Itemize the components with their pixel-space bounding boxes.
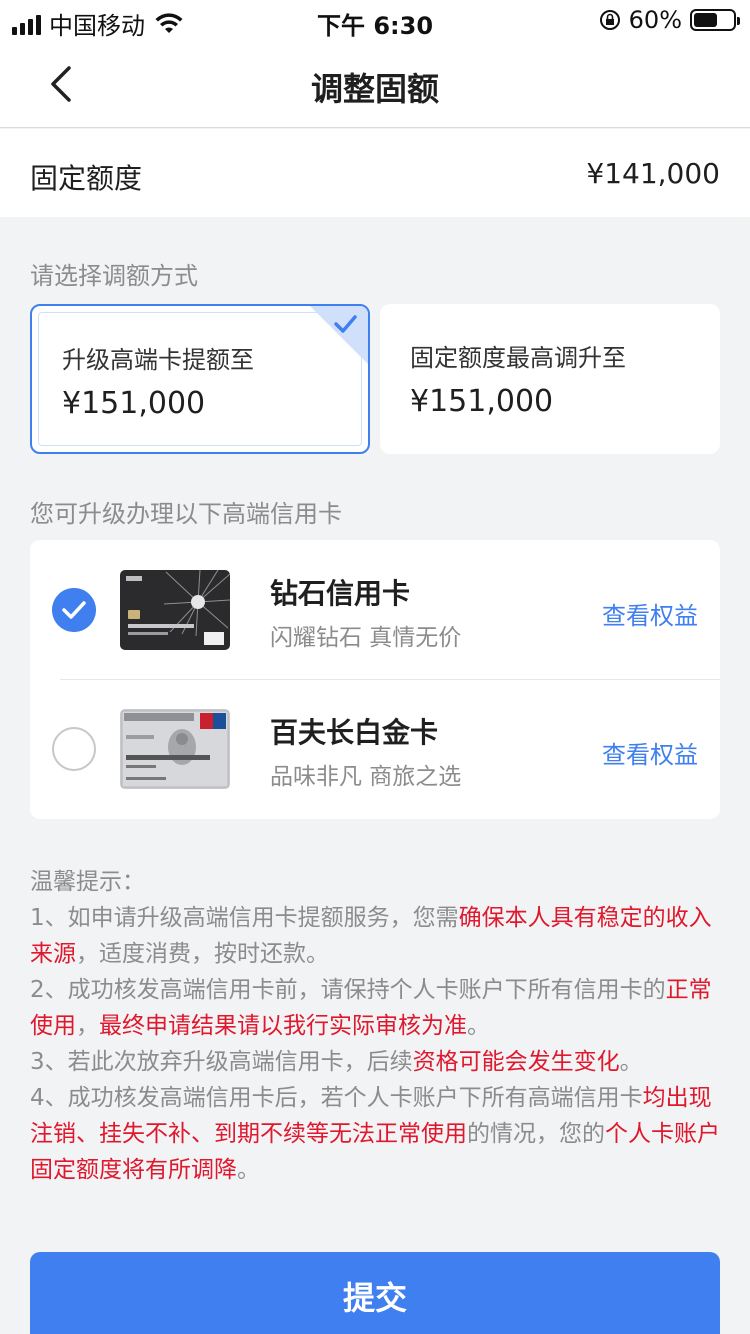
centurion-card-image <box>120 709 230 789</box>
selected-corner-badge <box>310 306 368 364</box>
fixed-quota-value: ¥141,000 <box>586 157 720 190</box>
card-slogan: 品味非凡 商旅之选 <box>270 764 462 790</box>
card-name: 钻石信用卡 <box>270 577 411 610</box>
notice-highlight: 最终申请结果请以我行实际审核为准 <box>99 1013 467 1039</box>
battery-percent: 60% <box>628 6 682 34</box>
select-method-hint: 请选择调额方式 <box>30 262 198 290</box>
option-title: 升级高端卡提额至 <box>62 346 254 374</box>
radio-unselected[interactable] <box>52 727 96 771</box>
notice-text: 1、如申请升级高端信用卡提额服务，您需 <box>30 905 459 931</box>
notice-text: 。 <box>467 1013 490 1039</box>
notice-item-1: 1、如申请升级高端信用卡提额服务，您需确保本人具有稳定的收入来源，适度消费，按时… <box>30 900 720 972</box>
notice-highlight: 资格可能会发生变化 <box>412 1049 620 1075</box>
notice-item-3: 3、若此次放弃升级高端信用卡，后续资格可能会发生变化。 <box>30 1044 720 1080</box>
notice-title: 温馨提示： <box>30 869 145 895</box>
battery-fill <box>694 13 717 27</box>
view-benefits-link[interactable]: 查看权益 <box>602 735 698 770</box>
cards-section-hint: 您可升级办理以下高端信用卡 <box>30 500 342 528</box>
status-bar: 中国移动 下午 6:30 60% <box>0 0 750 42</box>
notice-text: 的情况，您的 <box>467 1121 605 1147</box>
rotation-lock-icon <box>599 10 620 30</box>
option-raise-fixed-quota[interactable]: 固定额度最高调升至 ¥151,000 <box>380 304 720 454</box>
notice-text: 3、若此次放弃升级高端信用卡，后续 <box>30 1049 413 1075</box>
card-item-diamond[interactable]: 钻石信用卡 闪耀钻石 真情无价 查看权益 <box>30 540 720 680</box>
page-title: 调整固额 <box>310 70 439 108</box>
radio-selected[interactable] <box>52 588 96 632</box>
status-right: 60% <box>599 6 740 34</box>
notice-item-2: 2、成功核发高端信用卡前，请保持个人卡账户下所有信用卡的正常使用，最终申请结果请… <box>30 972 720 1044</box>
card-name: 百夫长白金卡 <box>270 716 439 749</box>
notice-item-4: 4、成功核发高端信用卡后，若个人卡账户下所有高端信用卡均出现注销、挂失不补、到期… <box>30 1080 720 1188</box>
option-title: 固定额度最高调升至 <box>410 344 626 372</box>
card-list: 钻石信用卡 闪耀钻石 真情无价 查看权益 百夫长白金卡 品味非凡 商旅之选 查看… <box>30 540 720 819</box>
notice-section: 温馨提示： 1、如申请升级高端信用卡提额服务，您需确保本人具有稳定的收入来源，适… <box>30 864 720 1188</box>
notice-text: 2、成功核发高端信用卡前，请保持个人卡账户下所有信用卡的 <box>30 977 666 1003</box>
option-value: ¥151,000 <box>62 386 206 421</box>
card-item-centurion[interactable]: 百夫长白金卡 品味非凡 商旅之选 查看权益 <box>30 679 720 819</box>
diamond-card-image <box>120 570 230 650</box>
notice-text: 。 <box>619 1049 643 1075</box>
view-benefits-link[interactable]: 查看权益 <box>602 596 698 631</box>
option-value: ¥151,000 <box>410 384 554 419</box>
option-upgrade-card[interactable]: 升级高端卡提额至 ¥151,000 <box>30 304 370 454</box>
fixed-quota-label: 固定额度 <box>30 162 143 195</box>
notice-text: 。 <box>237 1157 260 1183</box>
fixed-quota-row: 固定额度 ¥141,000 <box>0 129 750 217</box>
battery-icon <box>690 9 740 31</box>
notice-text: ，适度消费，按时还款。 <box>76 941 329 967</box>
notice-text: 4、成功核发高端信用卡后，若个人卡账户下所有高端信用卡 <box>30 1085 643 1111</box>
submit-button[interactable]: 提交 <box>30 1252 720 1334</box>
notice-text: ， <box>76 1013 99 1039</box>
card-slogan: 闪耀钻石 真情无价 <box>270 625 462 651</box>
navigation-bar: 调整固额 <box>0 42 750 128</box>
